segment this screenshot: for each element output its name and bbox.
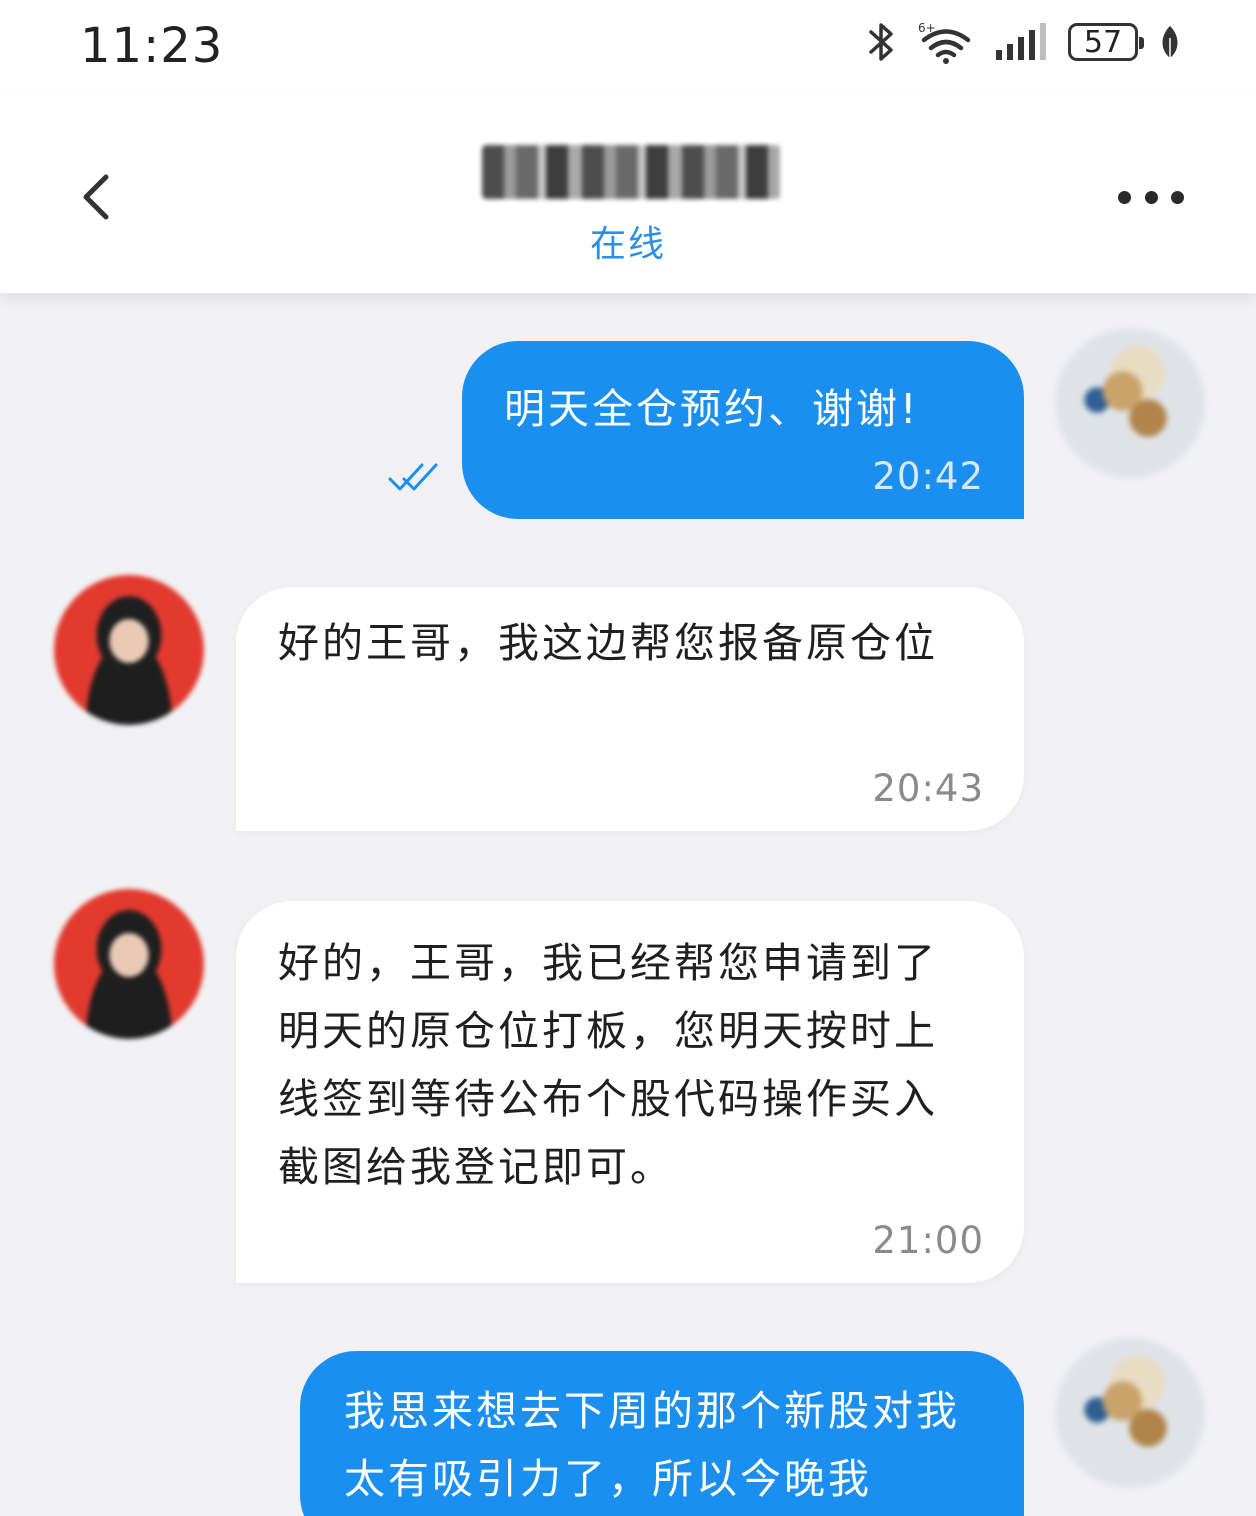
battery-level: 57 <box>1083 24 1123 60</box>
user-avatar[interactable] <box>1055 328 1205 478</box>
message-text: 明天全仓预约、谢谢! <box>504 385 920 433</box>
message-bubble-incoming[interactable]: 好的，王哥，我已经帮您申请到了明天的原仓位打板，您明天按时上线签到等待公布个股代… <box>236 901 1024 1283</box>
message-bubble-incoming[interactable]: 好的王哥，我这边帮您报备原仓位 20:43 <box>236 587 1024 831</box>
read-receipt-icon <box>388 461 440 493</box>
contact-avatar[interactable] <box>54 575 204 725</box>
status-icons: 6+ 57 <box>866 20 1180 64</box>
message-time: 20:42 <box>872 455 984 498</box>
user-avatar[interactable] <box>1055 1338 1205 1488</box>
more-horizontal-icon <box>1144 190 1158 204</box>
signal-icon <box>996 23 1046 60</box>
message-bubble-outgoing[interactable]: 明天全仓预约、谢谢! 20:42 <box>462 341 1024 519</box>
message-time: 21:00 <box>872 1219 984 1262</box>
chat-header: 王哥 在线 <box>0 95 1256 293</box>
message-text: 好的王哥，我这边帮您报备原仓位 <box>278 619 938 667</box>
message-bubble-outgoing[interactable]: 我思来想去下周的那个新股对我太有吸引力了，所以今晚我 <box>300 1351 1024 1516</box>
leaf-icon <box>1162 26 1178 58</box>
more-horizontal-icon <box>1171 190 1184 204</box>
online-status: 在线 <box>589 224 666 265</box>
message-list[interactable]: 明天全仓预约、谢谢! 20:42 好的王哥，我这边帮您报备原仓位 20:43 好… <box>0 293 1256 1516</box>
more-horizontal-icon <box>1118 190 1131 204</box>
bluetooth-icon <box>869 23 893 61</box>
wifi-icon: 6+ <box>918 21 971 64</box>
more-button[interactable] <box>1118 185 1184 209</box>
battery-icon: 57 <box>1068 23 1144 61</box>
status-time: 11:23 <box>80 18 224 74</box>
message-time: 20:43 <box>872 767 984 810</box>
status-bar: 11:23 6+ 57 <box>0 0 1256 95</box>
contact-name: 王哥 <box>482 145 780 199</box>
message-text: 我思来想去下周的那个新股对我太有吸引力了，所以今晚我 <box>344 1387 960 1503</box>
contact-avatar[interactable] <box>54 889 204 1039</box>
message-text: 好的，王哥，我已经帮您申请到了明天的原仓位打板，您明天按时上线签到等待公布个股代… <box>278 939 938 1191</box>
